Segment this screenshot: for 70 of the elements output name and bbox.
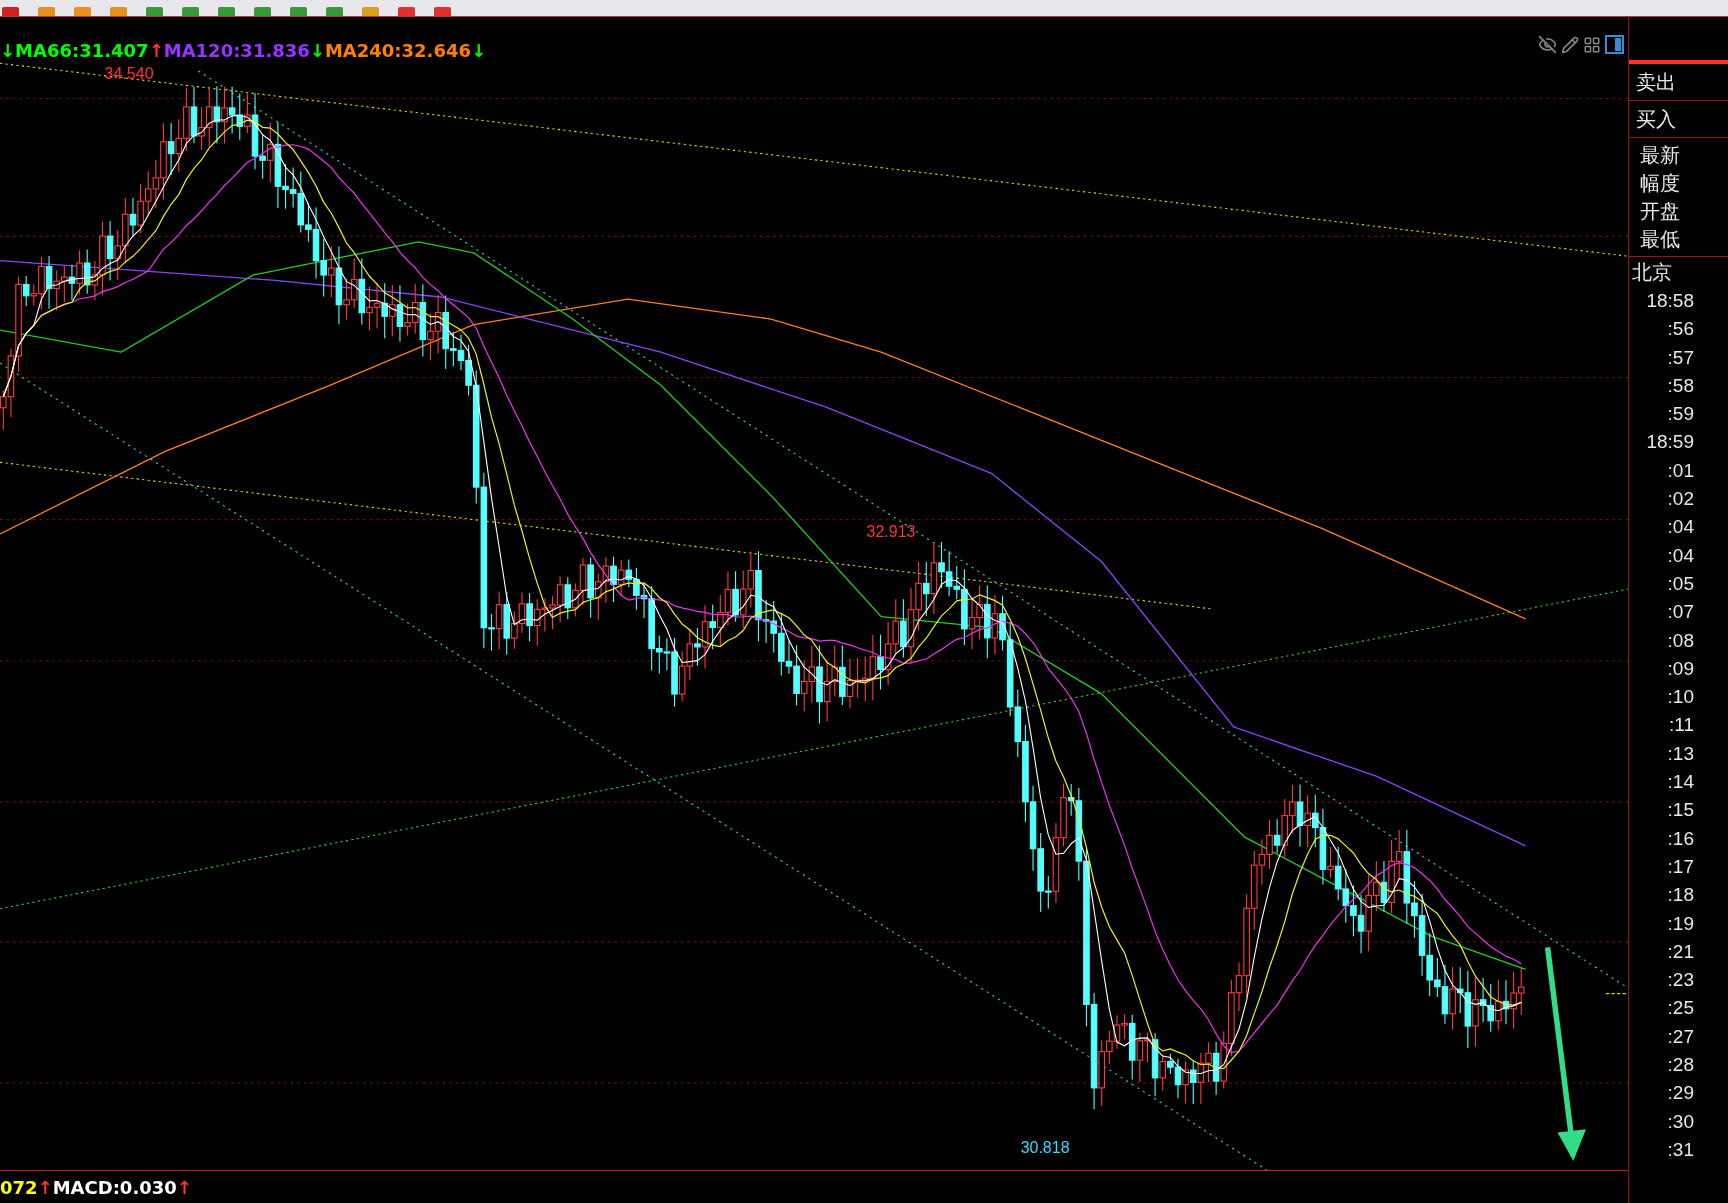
grid-icon[interactable] [1583, 35, 1601, 54]
time-label: :56 [1666, 317, 1695, 342]
time-label: :13 [1666, 741, 1695, 766]
indicator-label: ↑ [176, 1175, 192, 1200]
toolbar-icon[interactable] [398, 7, 415, 16]
quote-field-label: 最新 [1639, 143, 1681, 168]
time-label: :57 [1666, 345, 1695, 370]
timezone-label: 北京 [1631, 260, 1673, 285]
time-label: :29 [1666, 1081, 1695, 1106]
time-label: :25 [1666, 996, 1695, 1021]
price-label: 30.818 [1020, 1139, 1070, 1158]
time-label: :09 [1666, 656, 1695, 681]
indicator-label: ↑ [148, 39, 164, 63]
time-label: :04 [1666, 543, 1695, 568]
time-label: :02 [1666, 487, 1695, 512]
price-label: 32.913 [866, 523, 916, 542]
time-label: 18:59 [1645, 430, 1695, 455]
time-label: :18 [1666, 883, 1695, 908]
trade-button[interactable]: 买入 [1629, 101, 1728, 138]
indicator-label: ↑ [37, 1175, 53, 1200]
time-label: :04 [1666, 515, 1695, 540]
indicator-label: MA240:32.646 [324, 39, 471, 63]
toolbar-icon[interactable] [2, 7, 19, 16]
time-label: :59 [1666, 402, 1695, 427]
time-label: 18:58 [1645, 289, 1695, 313]
time-label: :27 [1666, 1024, 1695, 1049]
time-label: :11 [1668, 713, 1695, 738]
toolbar-icon[interactable] [74, 7, 91, 16]
indicator-label: MA66:31.407 [15, 39, 149, 63]
indicator-label: MACD:0.030 [52, 1175, 177, 1200]
time-label: :17 [1666, 854, 1695, 879]
time-label: :21 [1666, 939, 1695, 964]
toolbar-icon[interactable] [182, 7, 199, 16]
time-label: :23 [1666, 968, 1695, 993]
eye-off-icon[interactable] [1538, 35, 1557, 54]
quote-field-label: 开盘 [1639, 199, 1681, 224]
toolbar-icon[interactable] [434, 7, 451, 16]
time-label: :07 [1666, 600, 1695, 625]
time-label: :58 [1666, 373, 1695, 398]
trade-button[interactable]: 卖出 [1629, 64, 1728, 101]
pencil-icon[interactable] [1561, 35, 1579, 54]
indicator-label: MA120:31.836 [163, 39, 310, 63]
price-level-line [1605, 993, 1628, 995]
time-label: :10 [1666, 685, 1695, 710]
price-label: 34.540 [104, 64, 154, 83]
indicator-label: ↓ [309, 39, 325, 63]
toolbar-icon[interactable] [326, 7, 343, 16]
toolbar-icon[interactable] [362, 7, 379, 16]
toolbar-icon[interactable] [146, 7, 163, 16]
time-label: :19 [1666, 911, 1695, 936]
time-label: :16 [1666, 826, 1695, 851]
time-label: :05 [1666, 571, 1695, 596]
toolbar-icon[interactable] [218, 7, 235, 16]
time-label: :14 [1666, 770, 1695, 795]
quote-field-label: 幅度 [1639, 171, 1681, 196]
indicator-label: 072 [0, 1175, 38, 1200]
quote-field-label: 最低 [1639, 227, 1681, 252]
toolbar-icon[interactable] [38, 7, 55, 16]
time-label: :08 [1666, 628, 1695, 653]
time-label: :31 [1666, 1137, 1695, 1162]
toolbar-icon[interactable] [290, 7, 307, 16]
indicator-label: ↓ [0, 39, 16, 63]
toolbar-icon[interactable] [254, 7, 271, 16]
time-label: :28 [1666, 1053, 1695, 1077]
indicator-label: ↓ [471, 39, 487, 63]
time-label: :30 [1666, 1109, 1695, 1134]
time-label: :01 [1666, 458, 1695, 483]
toolbar-icon[interactable] [110, 7, 127, 16]
panel-toggle-icon[interactable] [1605, 35, 1624, 54]
time-label: :15 [1666, 798, 1695, 823]
